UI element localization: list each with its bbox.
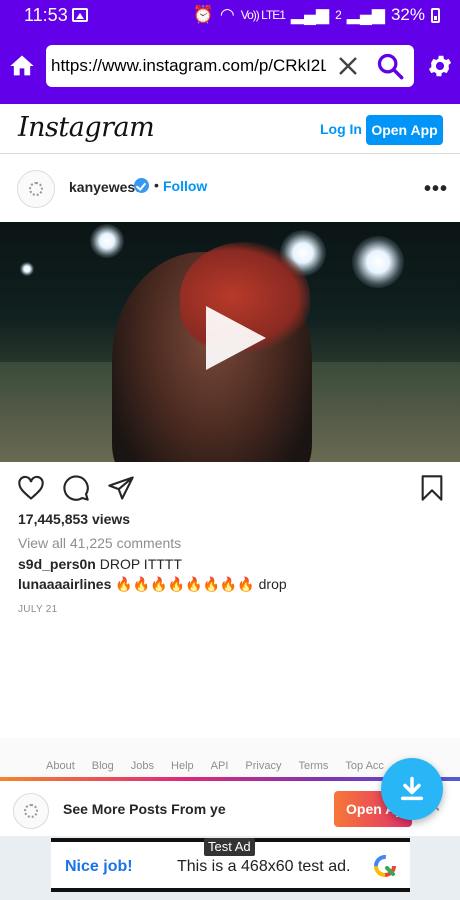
comment-row: lunaaaairlines 🔥🔥🔥🔥🔥🔥🔥🔥 drop: [18, 576, 287, 593]
play-icon[interactable]: [198, 302, 270, 374]
wifi-icon: ◠: [219, 5, 235, 24]
network-1-label: Vo)) LTE1: [240, 8, 286, 22]
comment-username[interactable]: lunaaaairlines: [18, 576, 111, 592]
footer-link-about[interactable]: About: [46, 760, 75, 772]
gear-icon[interactable]: [426, 52, 454, 80]
stadium-light: [20, 262, 34, 276]
more-options-icon[interactable]: •••: [424, 178, 448, 201]
ad-body-text: This is a 468x60 test ad.: [177, 858, 351, 875]
footer-link-privacy[interactable]: Privacy: [245, 760, 281, 772]
signal-icon: ▂▄▆: [290, 5, 330, 24]
share-icon[interactable]: [107, 474, 135, 502]
footer-link-help[interactable]: Help: [171, 760, 194, 772]
battery-percent: 32%: [390, 5, 425, 24]
download-button[interactable]: [381, 758, 443, 820]
banner-avatar: [13, 793, 49, 829]
gallery-notification-icon: [72, 8, 88, 22]
post-video[interactable]: [0, 222, 460, 462]
signal-2-icon: ▂▄▆: [346, 5, 385, 24]
view-all-comments-link[interactable]: View all 41,225 comments: [18, 535, 181, 551]
url-bar[interactable]: https://www.instagram.com/p/CRkI2L3p: [46, 45, 414, 87]
post-header: kanyewest • Follow •••: [0, 160, 460, 216]
alarm-icon: ⏰: [192, 5, 214, 24]
separator-dot: •: [154, 177, 159, 193]
network-2-label: 2: [335, 8, 342, 22]
url-text[interactable]: https://www.instagram.com/p/CRkI2L3p: [51, 56, 326, 76]
browser-toolbar: 11:53 ⏰ ◠ Vo)) LTE1 ▂▄▆ 2 ▂▄▆ 32% https:…: [0, 0, 460, 104]
follow-button[interactable]: Follow: [163, 178, 207, 194]
status-right-cluster: ⏰ ◠ Vo)) LTE1 ▂▄▆ 2 ▂▄▆ 32%: [193, 5, 440, 25]
footer-links: About Blog Jobs Help API Privacy Terms T…: [46, 760, 384, 772]
footer-link-api[interactable]: API: [211, 760, 229, 772]
ad-nice-job-text: Nice job!: [65, 858, 133, 875]
footer-link-terms[interactable]: Terms: [298, 760, 328, 772]
view-count[interactable]: 17,445,853 views: [18, 511, 130, 527]
bookmark-icon[interactable]: [418, 474, 446, 502]
avatar[interactable]: [17, 170, 55, 208]
footer-link-top-accounts[interactable]: Top Acc: [345, 760, 384, 772]
post-date[interactable]: JULY 21: [18, 604, 58, 615]
battery-icon: [431, 7, 440, 23]
comment-username[interactable]: s9d_pers0n: [18, 556, 96, 572]
loading-spinner-icon: [29, 182, 43, 196]
verified-badge-icon: [134, 178, 149, 193]
footer-link-jobs[interactable]: Jobs: [131, 760, 154, 772]
stadium-light: [90, 224, 124, 258]
download-icon: [400, 776, 424, 801]
loading-spinner-icon: [24, 804, 38, 818]
comment-text: DROP ITTTT: [99, 556, 182, 572]
home-icon[interactable]: [8, 52, 36, 80]
post-username[interactable]: kanyewest: [69, 179, 140, 195]
post-actions: [0, 470, 460, 506]
instagram-header: Instagram Log In Open App: [0, 104, 460, 154]
ad-logo-icon: [374, 855, 396, 877]
status-bar: 11:53 ⏰ ◠ Vo)) LTE1 ▂▄▆ 2 ▂▄▆ 32%: [0, 0, 460, 32]
comment-text: 🔥🔥🔥🔥🔥🔥🔥🔥 drop: [115, 576, 287, 592]
stadium-light: [352, 236, 404, 288]
login-link[interactable]: Log In: [320, 121, 362, 137]
close-icon[interactable]: [336, 54, 360, 78]
footer-link-blog[interactable]: Blog: [92, 760, 114, 772]
open-app-button[interactable]: Open App: [366, 115, 443, 145]
search-icon[interactable]: [376, 52, 404, 80]
comment-row: s9d_pers0n DROP ITTTT: [18, 556, 182, 572]
instagram-logo[interactable]: Instagram: [18, 112, 155, 143]
test-ad-label: Test Ad: [204, 838, 255, 856]
banner-text: See More Posts From ye: [63, 801, 226, 817]
comment-icon[interactable]: [62, 474, 90, 502]
status-time: 11:53: [24, 5, 68, 25]
heart-icon[interactable]: [17, 474, 45, 502]
